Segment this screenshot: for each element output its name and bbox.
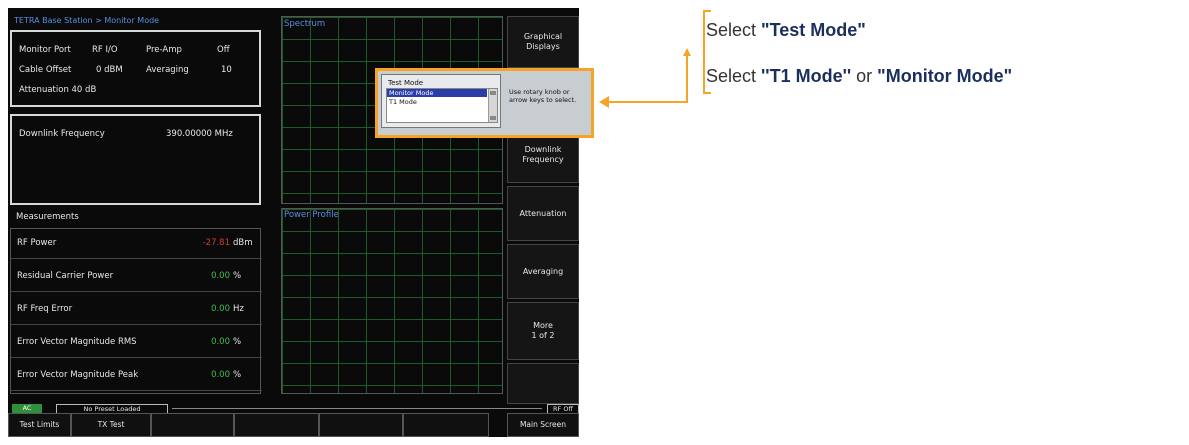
popup-list-panel: Test Mode Monitor Mode T1 Mode [381,74,501,128]
measurement-unit: % [233,271,242,281]
popup-title: Test Mode [388,79,424,87]
measurement-value: -27.81 [202,238,230,248]
measurements-panel: RF Power -27.81 dBm Residual Carrier Power 0… [10,228,262,394]
downlink-label: Downlink Frequency [19,129,105,139]
preamp-label: Pre-Amp [146,45,182,55]
annotation-line-1: Select "Test Mode" [706,20,866,41]
measurement-name: Error Vector Magnitude RMS [17,337,137,347]
annotation-1-bold: "Test Mode" [761,20,866,40]
bracket-top [703,10,711,12]
test-limits-button[interactable]: Test Limits [8,413,71,437]
bottom-button-3[interactable] [151,413,234,437]
popup-scrollbar[interactable] [488,89,497,122]
cable-offset-label: Cable Offset [19,65,72,75]
status-divider [172,408,542,409]
bottom-button-4[interactable] [234,413,319,437]
softkey-more[interactable]: More 1 of 2 [507,302,579,360]
measurement-value: 0.00 [211,304,230,314]
measurement-name: RF Freq Error [17,304,73,314]
preamp-value: Off [217,45,230,55]
power-profile-title: Power Profile [284,210,339,220]
tx-test-button[interactable]: TX Test [71,413,151,437]
measurement-row: Residual Carrier Power 0.00% [11,262,262,292]
measurement-unit: Hz [233,304,244,314]
bottom-button-6[interactable] [403,413,489,437]
annotation-2-bold-2: "Monitor Mode" [877,66,1013,86]
measurement-unit: dBm [233,238,253,248]
annotation-2-mid: or [851,66,878,86]
annotation-2-prefix: Select [706,66,762,86]
scroll-up-arrow-icon[interactable] [490,91,496,95]
measurement-name: RF Power [17,238,57,248]
connector-line-vertical [686,56,688,103]
status-bar: AC No Preset Loaded RF Off [12,404,579,414]
measurement-unit: % [233,370,242,380]
measurement-name: Error Vector Magnitude Peak [17,370,139,380]
monitor-port-value: RF I/O [92,45,118,55]
test-mode-popup: Test Mode Monitor Mode T1 Mode Use rotar… [375,68,594,138]
softkey-attenuation[interactable]: Attenuation [507,186,579,241]
measurement-value: 0.00 [211,271,230,281]
measurement-name: Residual Carrier Power [17,271,114,281]
downlink-panel: Downlink Frequency 390.00000 MHz [10,114,261,205]
attenuation-text: Attenuation 40 dB [19,85,97,95]
downlink-value: 390.00000 MHz [166,129,233,139]
annotation-1-prefix: Select [706,20,762,40]
measurement-row: Error Vector Magnitude Peak 0.00% [11,361,262,391]
connector-line-horizontal [608,101,687,103]
cable-offset-value: 0 dBM [96,65,123,75]
settings-panel: Monitor Port RF I/O Pre-Amp Off Cable Of… [10,30,261,107]
measurements-title: Measurements [16,212,79,222]
spectrum-title: Spectrum [284,19,326,29]
measurement-row: Error Vector Magnitude RMS 0.00% [11,328,262,358]
screen-title: TETRA Base Station > Monitor Mode [14,16,160,25]
bracket-line [703,10,705,94]
option-monitor-mode[interactable]: Monitor Mode [387,89,487,97]
bracket-bottom [703,92,711,94]
averaging-value: 10 [221,65,232,75]
measurement-value: 0.00 [211,370,230,380]
annotation-2-bold-1: ''T1 Mode'' [761,66,852,86]
annotation-line-2: Select ''T1 Mode'' or "Monitor Mode" [706,66,1012,87]
option-t1-mode[interactable]: T1 Mode [387,98,487,106]
measurement-row: RF Power -27.81 dBm [11,229,262,259]
ac-indicator: AC [12,404,42,413]
softkey-graphical-displays[interactable]: Graphical Displays [507,16,579,68]
softkey-empty[interactable] [507,363,579,404]
measurement-unit: % [233,337,242,347]
averaging-label: Averaging [146,65,189,75]
popup-listbox[interactable]: Monitor Mode T1 Mode [386,88,498,123]
monitor-port-label: Monitor Port [19,45,71,55]
scroll-down-arrow-icon[interactable] [490,116,496,120]
softkey-averaging[interactable]: Averaging [507,244,579,299]
measurement-value: 0.00 [211,337,230,347]
measurement-row: RF Freq Error 0.00 Hz [11,295,262,325]
connector-up-arrow-icon [683,48,691,56]
popup-hint: Use rotary knob or arrow keys to select. [509,88,577,104]
main-screen-button[interactable]: Main Screen [507,413,579,437]
bottom-button-5[interactable] [319,413,403,437]
power-profile-graph [281,208,503,394]
